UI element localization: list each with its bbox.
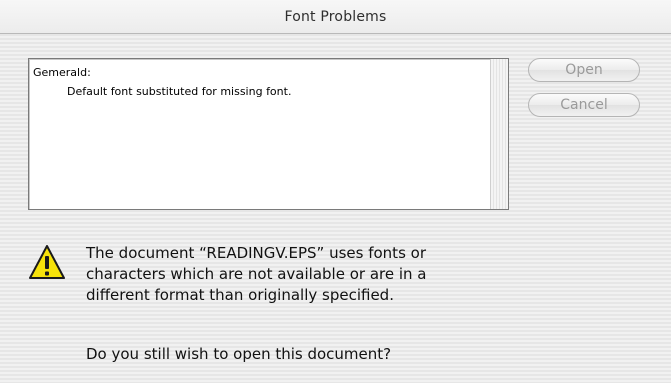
list-scrollbar[interactable] [490, 59, 508, 209]
cancel-button[interactable]: Cancel [528, 93, 640, 117]
font-problems-list-content: Gemerald: Default font substituted for m… [29, 59, 489, 209]
title-bar: Font Problems [0, 0, 671, 34]
font-problems-list[interactable]: Gemerald: Default font substituted for m… [28, 58, 509, 210]
open-confirmation-question: Do you still wish to open this document? [86, 345, 392, 363]
warning-triangle-icon [29, 245, 65, 279]
open-button[interactable]: Open [528, 58, 640, 82]
missing-font-name: Gemerald: [33, 66, 91, 79]
substitution-detail: Default font substituted for missing fon… [67, 85, 292, 98]
window-title: Font Problems [284, 9, 387, 25]
font-warning-message: The document “READINGV.EPS” uses fonts o… [86, 244, 427, 304]
